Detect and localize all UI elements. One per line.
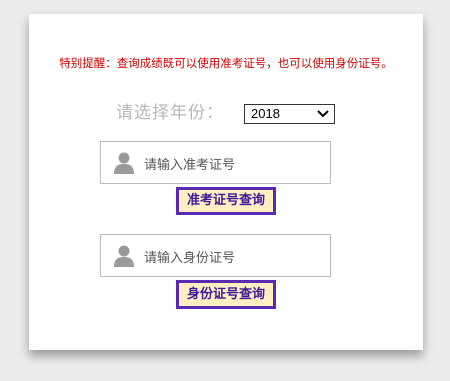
user-icon <box>114 245 134 267</box>
notice-text: 特别提醒：查询成绩既可以使用准考证号，也可以使用身份证号。 <box>59 56 393 70</box>
id-number-placeholder: 请输入身份证号 <box>144 251 236 266</box>
chevron-down-icon <box>317 110 329 118</box>
query-card: 特别提醒：查询成绩既可以使用准考证号，也可以使用身份证号。 请选择年份： 201… <box>29 14 423 350</box>
exam-number-placeholder: 请输入准考证号 <box>144 158 236 173</box>
year-select-value: 2018 <box>251 106 280 121</box>
exam-number-input[interactable]: 请输入准考证号 <box>100 141 331 184</box>
id-number-input[interactable]: 请输入身份证号 <box>100 234 331 277</box>
id-number-query-button[interactable]: 身份证号查询 <box>176 280 276 309</box>
exam-number-query-button[interactable]: 准考证号查询 <box>176 187 276 215</box>
year-select[interactable]: 2018 <box>244 104 335 124</box>
user-icon <box>114 152 134 174</box>
year-label: 请选择年份： <box>116 103 224 123</box>
